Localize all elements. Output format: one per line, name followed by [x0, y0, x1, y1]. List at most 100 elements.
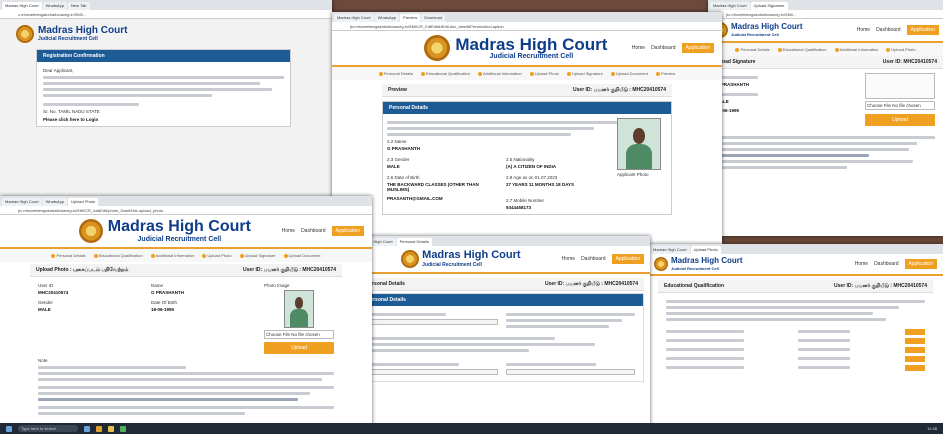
court-subtitle: Judicial Recruitment Cell — [422, 261, 482, 268]
nav-application[interactable]: Application — [906, 25, 939, 35]
step-additional[interactable]: Additional Information — [478, 71, 522, 76]
nav-dashboard[interactable]: Dashboard — [876, 27, 900, 33]
court-subtitle: Judicial Recruitment Cell — [489, 53, 574, 61]
court-title: Madras High Court — [455, 34, 608, 54]
answer-button[interactable] — [904, 346, 925, 353]
step-personal[interactable]: Personal Details — [735, 47, 770, 52]
nav-application[interactable]: Application — [681, 43, 714, 53]
browser-tab[interactable]: Madras High Court — [334, 14, 374, 22]
step-additional[interactable]: Additional Information — [834, 47, 878, 52]
nav-dashboard[interactable]: Dashboard — [581, 256, 605, 262]
browser-tab[interactable]: WhatsApp — [42, 198, 68, 206]
court-title: Madras High Court — [671, 256, 743, 266]
answer-button[interactable] — [904, 355, 925, 362]
os-taskbar: Type here to search 11:38 — [0, 423, 943, 434]
section-bar: Upload Signature User ID: MHC20410574 — [708, 56, 943, 69]
address-bar[interactable]: jrc.mhcnetbengalurbatlonaveg.in/SMI/... — [708, 10, 943, 19]
step-signature[interactable]: Upload Signature — [239, 253, 276, 258]
text-field[interactable] — [369, 319, 498, 325]
nav-home[interactable]: Home — [282, 228, 295, 234]
user-id: User ID: பயனர் குறியீடு : MHC20410574 — [573, 87, 666, 93]
address-bar[interactable]: c.mhcnetbengalurbatlonaveg.in/SMI/... — [0, 10, 332, 19]
browser-tabs: Madras High Court WhatsApp New Tab — [0, 0, 332, 10]
main-nav: Home Dashboard Application — [857, 25, 939, 35]
site-header: Madras High Court Judicial Recruitment C… — [354, 246, 650, 274]
browser-tab[interactable]: Preview — [400, 14, 421, 22]
browser-tab[interactable]: Upload Signature — [750, 2, 788, 10]
nav-home[interactable]: Home — [632, 45, 645, 51]
choose-file-input[interactable]: Choose File No file chosen — [865, 101, 935, 110]
browser-tab[interactable]: Personal Details — [396, 238, 432, 246]
task-view-icon[interactable] — [84, 425, 90, 432]
answer-button[interactable] — [904, 337, 925, 344]
browser-tab[interactable]: Madras High Court — [2, 198, 42, 206]
step-photo[interactable]: Upload Photo — [202, 253, 232, 258]
browser-tab[interactable]: Download — [421, 14, 446, 22]
court-title: Madras High Court — [731, 22, 803, 32]
step-photo[interactable]: Upload Photo — [529, 71, 559, 76]
step-photo[interactable]: Upload Photo — [886, 47, 916, 52]
step-preview[interactable]: Preview — [655, 71, 675, 76]
app-icon[interactable] — [120, 425, 126, 432]
name-label: 2.2 Name — [387, 139, 407, 144]
browser-tab[interactable]: WhatsApp — [42, 2, 68, 10]
nav-home[interactable]: Home — [857, 27, 870, 33]
answer-button[interactable] — [904, 328, 925, 335]
browser-tabs: Madras High Court WhatsApp Upload Photo — [0, 196, 372, 206]
main-nav: Home Dashboard Application — [632, 43, 714, 53]
step-education[interactable]: Educational Qualification — [420, 71, 470, 76]
applicant-name: G PRASHANTH — [716, 82, 750, 87]
nav-application[interactable]: Application — [904, 259, 937, 269]
gender-value: MALE — [38, 307, 51, 312]
user-id: User ID: பயனர் குறியீடு : MHC20410574 — [834, 283, 927, 289]
browser-tab[interactable]: Upload Photo — [68, 198, 99, 206]
step-document[interactable]: Upload Document — [283, 253, 321, 258]
upload-button[interactable]: Upload — [865, 114, 935, 126]
browser-tab[interactable]: New Tab — [68, 2, 90, 10]
step-personal[interactable]: Personal Details — [378, 71, 413, 76]
court-emblem-icon — [78, 219, 103, 243]
answer-button[interactable] — [904, 364, 925, 371]
text-field[interactable] — [369, 369, 498, 375]
text-field[interactable] — [506, 369, 635, 375]
step-education[interactable]: Educational Qualification — [93, 253, 143, 258]
age-value: 27 YEARS 11 MONTHS 18 DAYS — [506, 182, 575, 187]
personal-details-header: Personal Details — [361, 294, 643, 306]
step-document[interactable]: Upload Document — [610, 71, 648, 76]
browser-tabs: Madras High Court Upload Photo — [648, 244, 943, 254]
step-signature[interactable]: Upload Signature — [566, 71, 603, 76]
step-additional[interactable]: Additional Information — [150, 253, 194, 258]
windows-start-icon[interactable] — [6, 425, 12, 432]
step-education[interactable]: Educational Qualification — [777, 47, 827, 52]
upload-button[interactable]: Upload — [264, 342, 334, 354]
uploaded-photo — [284, 290, 314, 328]
address-bar[interactable]: jrc.mhcnetbengalurbatlonaveg.in/SMI/CR_A… — [0, 206, 372, 215]
progress-steps: Personal Details Educational Qualificati… — [708, 43, 943, 56]
site-header: Madras High Court Judicial Recruitment C… — [648, 254, 943, 276]
browser-tab[interactable]: Madras High Court — [2, 2, 42, 10]
personal-details-header: Personal Details — [383, 102, 671, 114]
section-bar: Personal Details User ID: பயனர் குறியீடு… — [360, 278, 644, 291]
address-bar[interactable]: jrc.mhcnetbengalurbatlonaveg.in/SMI/CR_E… — [332, 22, 722, 31]
taskbar-search[interactable]: Type here to search — [18, 425, 78, 432]
nav-dashboard[interactable]: Dashboard — [301, 228, 325, 234]
step-personal[interactable]: Personal Details — [51, 253, 86, 258]
browser-icon[interactable] — [96, 425, 102, 432]
progress-steps: Personal Details Educational Qualificati… — [0, 249, 372, 262]
user-id: User ID: MHC20410574 — [882, 59, 937, 65]
browser-tab[interactable]: WhatsApp — [374, 14, 400, 22]
nav-dashboard[interactable]: Dashboard — [874, 261, 898, 267]
login-link[interactable]: Please click here to Login — [43, 117, 284, 122]
window-upload-signature: Madras High Court Upload Signature jrc.m… — [708, 0, 943, 236]
choose-file-input[interactable]: Choose File No file chosen — [264, 330, 334, 339]
nav-dashboard[interactable]: Dashboard — [651, 45, 675, 51]
browser-tab[interactable]: Madras High Court — [710, 2, 750, 10]
folder-icon[interactable] — [108, 425, 114, 432]
nav-home[interactable]: Home — [855, 261, 868, 267]
gender-label: 2.3 Gender — [387, 157, 410, 162]
browser-tab[interactable]: Upload Photo — [690, 246, 721, 254]
browser-tab[interactable]: Madras High Court — [650, 246, 690, 254]
nav-application[interactable]: Application — [611, 254, 644, 264]
nav-application[interactable]: Application — [331, 226, 364, 236]
nav-home[interactable]: Home — [562, 256, 575, 262]
